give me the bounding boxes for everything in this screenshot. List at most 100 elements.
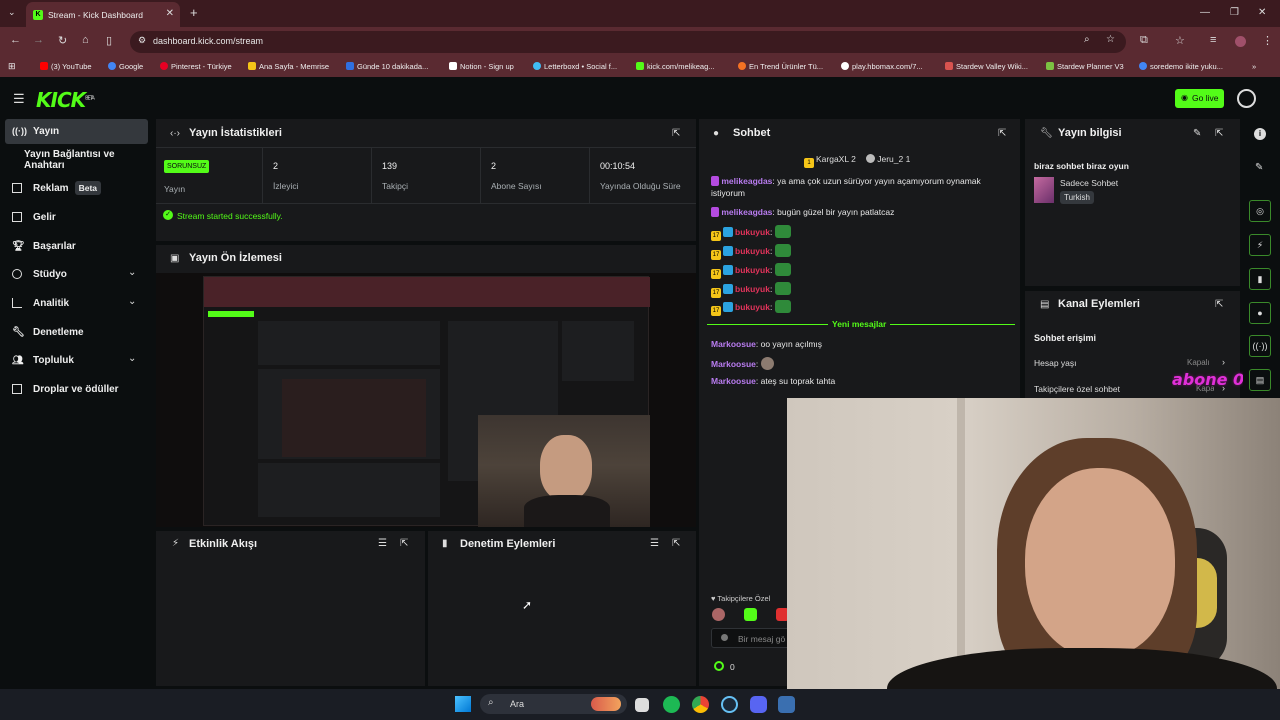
moderation-button[interactable]: ▮ — [1249, 268, 1271, 290]
taskbar-search[interactable]: ⌕ Ara — [480, 694, 627, 714]
home-icon[interactable]: ⌂ — [82, 34, 89, 46]
sub-badge-icon: 17 — [711, 306, 721, 316]
sidebar-item-moderation[interactable]: 🔧︎ Denetleme — [12, 320, 84, 344]
sidebar-item-community[interactable]: 👥︎ Topluluk — [12, 348, 74, 372]
sidebar-item-achievements[interactable]: 🏆︎ Başarılar — [12, 234, 76, 258]
popout-icon[interactable]: ⇱ — [998, 128, 1006, 139]
bookmark-item[interactable]: Pinterest - Türkiye — [160, 62, 232, 71]
reload-icon[interactable]: ↻ — [58, 34, 67, 47]
browser-tab[interactable]: K Stream - Kick Dashboard ✕ — [26, 2, 180, 27]
minimize-icon[interactable]: — — [1200, 7, 1210, 18]
go-live-button[interactable]: ◉ Go live — [1175, 89, 1224, 108]
chevron-down-icon[interactable]: ⌄ — [128, 296, 136, 307]
bookmark-item[interactable]: Notion - Sign up — [449, 62, 514, 71]
apps-icon[interactable]: ⊞ — [8, 61, 16, 72]
zoom-icon[interactable]: ⌕ — [1084, 34, 1090, 45]
maximize-icon[interactable]: ❐ — [1230, 7, 1239, 18]
popout-icon[interactable]: ⇱ — [1215, 299, 1223, 310]
sidebar-item-stream-key[interactable]: Yayın Bağlantısı ve Anahtarı — [24, 148, 155, 172]
popout-icon[interactable]: ⇱ — [400, 538, 408, 549]
chat-input[interactable]: Bir mesaj gö — [711, 628, 791, 648]
popout-icon[interactable]: ⇱ — [672, 128, 680, 139]
bookmark-item[interactable]: (3) YouTube — [40, 62, 92, 71]
channel-actions-button[interactable]: ▤ — [1249, 369, 1271, 391]
bookmark-item[interactable]: Günde 10 dakikada... — [346, 62, 428, 71]
bookmark-item[interactable]: Stardew Planner V3 — [1046, 62, 1124, 71]
filter-icon[interactable]: ☰ — [650, 538, 659, 549]
bookmark-item[interactable]: En Trend Ürünler Tü... — [738, 62, 823, 71]
lightning-button[interactable]: ⚡︎ — [1249, 234, 1271, 256]
camera-button[interactable]: ◎ — [1249, 200, 1271, 222]
chat-username[interactable]: melikeagdas — [721, 176, 772, 186]
spotify-icon[interactable] — [663, 696, 680, 713]
media-icon[interactable]: ≡ — [1210, 34, 1216, 46]
chevron-down-icon[interactable]: ⌄ — [128, 267, 136, 278]
popout-icon[interactable]: ⇱ — [672, 538, 680, 549]
bookmark-item[interactable]: Google — [108, 62, 143, 71]
sidebar-item-drops[interactable]: Droplar ve ödüller — [12, 377, 119, 401]
discord-icon[interactable] — [750, 696, 767, 713]
chat-username[interactable]: Markoosue — [711, 359, 756, 369]
sidebar-item-studio[interactable]: Stüdyo — [12, 262, 67, 286]
stream-preview-video[interactable] — [156, 273, 696, 527]
chevron-down-icon[interactable]: ⌄ — [128, 353, 136, 364]
filter-icon[interactable]: ☰ — [378, 538, 387, 549]
kick-logo[interactable]: KICKBETA — [36, 88, 95, 112]
account-age-value[interactable]: Kapalı — [1187, 358, 1210, 367]
windows-start-icon[interactable] — [455, 696, 471, 712]
app-icon[interactable] — [778, 696, 795, 713]
bookmark-item[interactable]: soredemo ikite yuku... — [1139, 62, 1223, 71]
chat-username[interactable]: bukuyuk — [735, 284, 770, 294]
channel-actions-icon: ▤ — [1040, 299, 1050, 310]
profile-icon[interactable] — [1235, 36, 1246, 47]
forward-icon[interactable]: → — [33, 34, 44, 46]
category-name[interactable]: Sadece Sohbet — [1060, 178, 1118, 188]
edit-icon[interactable]: ✎ — [1255, 162, 1263, 173]
edit-icon[interactable]: ✎ — [1193, 128, 1201, 139]
popout-icon[interactable]: ⇱ — [1215, 128, 1223, 139]
bookmark-item[interactable]: play.hbomax.com/7... — [841, 62, 923, 71]
chat-username[interactable]: Markoosue — [711, 376, 756, 386]
sidebar-item-yayin[interactable]: ((·)) Yayın — [12, 119, 59, 143]
chat-button[interactable]: ● — [1249, 302, 1271, 324]
top-user[interactable]: KargaXL 2 — [816, 154, 856, 164]
chat-username[interactable]: Markoosue — [711, 339, 756, 349]
emote-icon[interactable] — [744, 608, 757, 621]
address-bar[interactable]: ⚙ dashboard.kick.com/stream ⌕ ☆ — [130, 31, 1126, 53]
chat-username[interactable]: melikeagdas — [721, 207, 772, 217]
bookmark-star-icon[interactable]: ☆ — [1106, 34, 1115, 45]
sidebar-item-revenue[interactable]: Gelir — [12, 205, 56, 229]
steam-icon[interactable] — [721, 696, 738, 713]
chrome-icon[interactable] — [692, 696, 709, 713]
chevron-right-icon[interactable]: › — [1222, 357, 1225, 367]
window-close-icon[interactable]: ✕ — [1258, 7, 1266, 18]
hamburger-icon[interactable]: ☰ — [13, 91, 25, 107]
bookmark-item[interactable]: Ana Sayfa - Memrise — [248, 62, 329, 71]
emote-icon[interactable] — [712, 608, 725, 621]
sidepanel-icon[interactable]: ▯ — [106, 34, 112, 47]
extensions-icon[interactable]: ⧉ — [1140, 34, 1148, 47]
chat-username[interactable]: bukuyuk — [735, 227, 770, 237]
task-view-icon[interactable] — [635, 698, 649, 712]
favorites-icon[interactable]: ☆ — [1175, 34, 1185, 47]
bookmark-item[interactable]: Stardew Valley Wiki... — [945, 62, 1028, 71]
sidebar-item-ads[interactable]: Reklam Beta — [12, 176, 102, 200]
site-info-icon[interactable]: ⚙ — [138, 35, 146, 46]
more-bookmarks-icon[interactable]: » — [1252, 62, 1256, 71]
tab-search-icon[interactable]: ⌄ — [8, 7, 16, 18]
tab-close-icon[interactable]: ✕ — [166, 8, 174, 19]
back-icon[interactable]: ← — [10, 34, 21, 46]
user-avatar[interactable] — [1237, 89, 1256, 108]
menu-icon[interactable]: ⋮ — [1262, 34, 1273, 47]
top-user[interactable]: Jeru_2 1 — [877, 154, 910, 164]
chat-username[interactable]: bukuyuk — [735, 246, 770, 256]
emote-icon — [774, 282, 791, 295]
sidebar-item-analytics[interactable]: Analitik — [12, 291, 69, 315]
bookmark-item[interactable]: kick.com/melikeag... — [636, 62, 715, 71]
chat-username[interactable]: bukuyuk — [735, 265, 770, 275]
bookmark-item[interactable]: Letterboxd • Social f... — [533, 62, 617, 71]
broadcast-button[interactable]: ((·)) — [1249, 335, 1271, 357]
info-icon[interactable]: i — [1254, 128, 1266, 140]
new-tab-icon[interactable]: + — [190, 5, 198, 20]
chat-username[interactable]: bukuyuk — [735, 302, 770, 312]
